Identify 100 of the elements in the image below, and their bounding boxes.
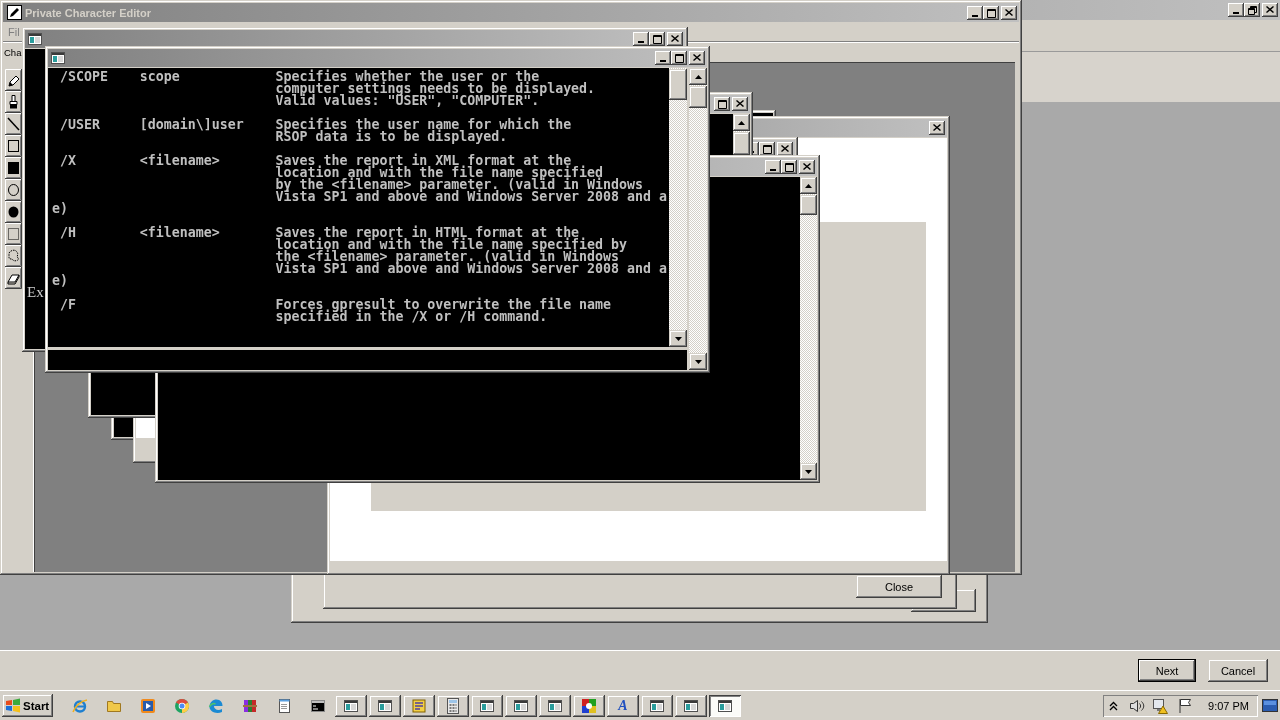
window-icon [480, 699, 494, 712]
option-description: Saves the report in XML format at the location and with the file name specified by the <filename> parameter. (valid in Windows Vista SP1 and above and Windows Server 2008 and a [275, 155, 667, 203]
scroll-down-button[interactable] [800, 463, 817, 480]
option-name: /H [60, 227, 76, 242]
minimize-icon [638, 41, 644, 43]
speaker-icon[interactable] [1129, 697, 1146, 714]
line-tool-icon[interactable] [5, 113, 22, 135]
maximize-button[interactable] [983, 5, 999, 20]
minimize-button[interactable] [655, 51, 671, 65]
taskbar-button[interactable] [335, 694, 367, 717]
scroll-up-button[interactable] [800, 177, 817, 194]
close-icon [781, 145, 789, 152]
browser-icon[interactable] [72, 697, 88, 714]
close-button[interactable] [1001, 5, 1017, 20]
window-icon [650, 699, 664, 712]
close-button[interactable] [689, 51, 705, 65]
window-icon [514, 699, 528, 712]
minimize-button[interactable] [967, 5, 983, 20]
window-icon [718, 699, 732, 712]
close-button[interactable] [777, 142, 793, 156]
taskbar-button[interactable]: A [607, 694, 639, 717]
option-name: /USER [60, 119, 100, 134]
taskbar-button[interactable] [573, 694, 605, 717]
dialog-button[interactable]: Next [1138, 659, 1196, 682]
taskbar-button[interactable] [709, 694, 741, 717]
minimize-button[interactable] [1228, 3, 1244, 17]
scrollbar[interactable] [800, 177, 817, 480]
maximize-button[interactable] [714, 97, 730, 111]
option-name: /F [60, 299, 76, 314]
close-icon [1266, 6, 1274, 13]
monitor-icon[interactable] [1262, 699, 1278, 712]
restore-button[interactable] [1244, 3, 1260, 17]
taskbar-button[interactable] [403, 694, 435, 717]
selection-rectangle-icon[interactable] [5, 223, 22, 245]
pencil-icon [7, 5, 22, 20]
media-player-icon[interactable] [140, 697, 156, 714]
taskbar-button[interactable] [539, 694, 571, 717]
close-button[interactable] [799, 160, 815, 174]
scroll-up-button[interactable] [689, 68, 707, 85]
maximize-icon [762, 145, 772, 154]
freeform-selection-icon[interactable] [5, 245, 22, 267]
down-arrow-icon [674, 336, 682, 341]
close-button[interactable] [929, 121, 945, 135]
brush-icon[interactable] [5, 91, 22, 113]
taskbar-button[interactable] [505, 694, 537, 717]
window-title: Private Character Editor [25, 6, 151, 19]
browser-icon[interactable] [174, 697, 190, 714]
filled-rectangle-icon[interactable] [5, 157, 22, 179]
scroll-thumb[interactable] [689, 86, 707, 108]
option-argument: <filename> [139, 227, 220, 242]
scroll-thumb[interactable] [800, 195, 817, 215]
books-icon[interactable] [242, 697, 258, 714]
eraser-icon[interactable] [5, 267, 22, 289]
rectangle-icon[interactable] [5, 135, 22, 157]
dialog-button[interactable]: Close [856, 575, 942, 598]
maximize-button[interactable] [649, 32, 665, 46]
scroll-down-button[interactable] [689, 353, 707, 370]
scroll-down-button[interactable] [669, 330, 687, 347]
dialog-button[interactable]: Cancel [1208, 659, 1268, 682]
flag-icon[interactable] [1178, 698, 1193, 713]
close-icon [1005, 8, 1013, 16]
console-icon[interactable] [310, 697, 326, 714]
option-description: Specifies the user name for which the RSOP data is to be displayed. [275, 119, 572, 143]
taskbar-button[interactable] [675, 694, 707, 717]
maximize-icon [674, 54, 684, 63]
maximize-icon [986, 8, 996, 18]
window-icon [548, 699, 562, 712]
maximize-button[interactable] [781, 160, 797, 174]
scrollbar[interactable] [669, 68, 687, 347]
taskbar-button[interactable] [369, 694, 401, 717]
close-button[interactable] [732, 97, 748, 111]
maximize-button[interactable] [671, 51, 687, 65]
minimize-icon [972, 14, 978, 17]
close-button[interactable] [1262, 3, 1278, 17]
minimize-button[interactable] [765, 160, 781, 174]
scrollbar[interactable] [689, 68, 707, 370]
minimize-button[interactable] [633, 32, 649, 46]
taskbar-button[interactable] [641, 694, 673, 717]
option-description: Specifies whether the user or the computer settings needs to be displayed. Valid values: "USER", "COMPUTER". [275, 71, 596, 107]
chevron-up-icon[interactable] [1109, 700, 1119, 711]
close-icon [933, 124, 941, 131]
notepad-icon[interactable] [276, 697, 292, 714]
scroll-thumb[interactable] [733, 132, 750, 155]
ellipse-icon[interactable] [5, 179, 22, 201]
scroll-up-button[interactable] [733, 114, 750, 131]
maximize-button[interactable] [759, 142, 775, 156]
close-button[interactable] [667, 32, 683, 46]
start-button[interactable]: Start [2, 694, 53, 717]
taskbar-button[interactable] [471, 694, 503, 717]
close-icon [671, 35, 679, 42]
taskbar-button[interactable] [437, 694, 469, 717]
scroll-thumb[interactable] [669, 69, 687, 100]
maximize-icon [652, 35, 662, 44]
network-warning-icon[interactable] [1152, 697, 1169, 714]
pencil-icon[interactable] [5, 69, 22, 91]
calculator-icon [447, 697, 459, 714]
font-icon: A [618, 698, 628, 713]
window-icon [51, 52, 65, 64]
filled-ellipse-icon[interactable] [5, 201, 22, 223]
window-icon [28, 33, 42, 45]
